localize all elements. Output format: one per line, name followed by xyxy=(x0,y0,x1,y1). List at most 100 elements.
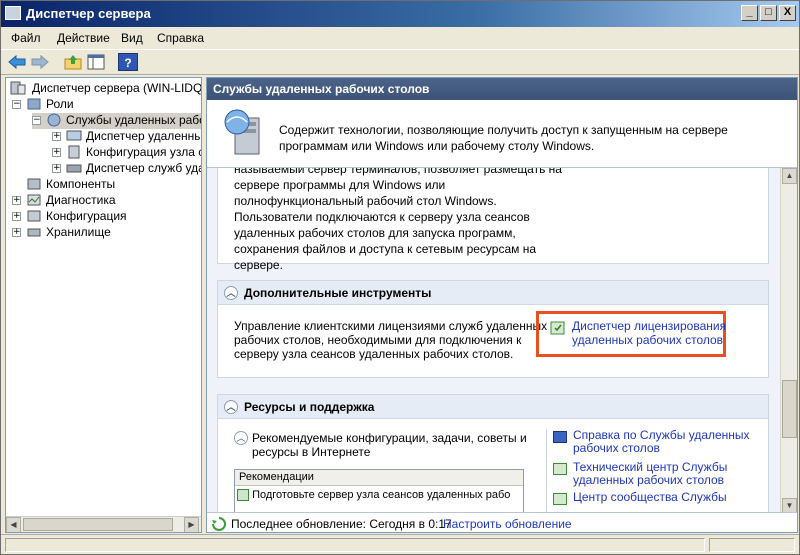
help-icon[interactable]: ? xyxy=(118,53,138,71)
back-arrow-icon[interactable] xyxy=(7,53,27,71)
tree-label-roles: Роли xyxy=(46,97,74,111)
help-book-icon xyxy=(553,431,567,443)
tree-label-diagnostics: Диагностика xyxy=(46,193,116,207)
server-manager-app-icon xyxy=(5,6,21,20)
server-manager-icon xyxy=(10,81,26,95)
scroll-thumb[interactable] xyxy=(782,380,797,438)
menu-view[interactable]: Вид xyxy=(121,31,143,45)
tools-section-title: Дополнительные инструменты xyxy=(244,286,432,300)
show-hide-tree-icon[interactable] xyxy=(86,53,106,71)
tree-item-rds-child-2[interactable]: + Конфигурация узла се xyxy=(52,145,201,161)
close-button[interactable]: X xyxy=(779,5,796,21)
tree-horizontal-scrollbar[interactable]: ◀ ▶ xyxy=(6,516,201,532)
minimize-button[interactable]: _ xyxy=(741,5,758,21)
details-vertical-scrollbar[interactable]: ▲ ▼ xyxy=(780,168,797,516)
tree-label-server-manager: Диспетчер сервера (WIN-LIDQB3 xyxy=(32,81,202,95)
description-line: сохранения файлов и доступа к сетевым ре… xyxy=(234,242,537,256)
intro-text: Содержит технологии, позволяющие получит… xyxy=(279,123,728,153)
tree-item-rds-child-1[interactable]: + Диспетчер удаленных xyxy=(52,129,202,145)
tree-item-configuration[interactable]: + Конфигурация xyxy=(12,209,201,225)
resources-section-title: Ресурсы и поддержка xyxy=(244,400,375,414)
storage-icon xyxy=(27,228,41,237)
resources-section: ︿ Ресурсы и поддержка ︿ Рекомендуемые ко… xyxy=(217,394,769,516)
tools-description: Управление клиентскими лицензиями служб … xyxy=(234,319,547,361)
title-bar[interactable]: Диспетчер сервера _ □ X xyxy=(1,1,799,27)
tools-section: ︿ Дополнительные инструменты Управление … xyxy=(217,280,769,378)
scroll-left-button[interactable]: ◀ xyxy=(6,517,21,532)
scroll-up-button[interactable]: ▲ xyxy=(782,168,797,184)
forward-arrow-icon[interactable] xyxy=(30,53,50,71)
menu-action[interactable]: Действие xyxy=(57,31,110,45)
recommendations-panel: ︿ Рекомендуемые конфигурации, задачи, со… xyxy=(234,431,534,516)
recommend-line: Рекомендуемые конфигурации, задачи, сове… xyxy=(252,431,527,445)
tree-item-storage[interactable]: + Хранилище xyxy=(12,225,201,241)
tech-center-link-text[interactable]: Технический центр Службы удаленных рабоч… xyxy=(573,461,727,487)
window-status-bar xyxy=(1,534,799,554)
recommendations-text: Рекомендуемые конфигурации, задачи, сове… xyxy=(252,431,527,459)
web-link-icon xyxy=(553,493,567,505)
tree-item-rds-child-3[interactable]: + Диспетчер служб уда xyxy=(52,161,202,177)
menu-help[interactable]: Справка xyxy=(157,31,204,45)
collapse-section-icon[interactable]: ︿ xyxy=(224,400,238,414)
server-manager-window: Диспетчер сервера _ □ X Файл Действие Ви… xyxy=(0,0,800,555)
configure-refresh-link[interactable]: Настроить обновление xyxy=(443,517,572,531)
expand-toggle[interactable]: + xyxy=(12,196,21,205)
community-center-link-text[interactable]: Центр сообщества Службы xyxy=(573,491,727,504)
maximize-button[interactable]: □ xyxy=(760,5,777,21)
description-line: называемый сервер терминалов, позволяет … xyxy=(234,168,562,176)
tree-item-roles[interactable]: − Роли xyxy=(12,97,201,113)
expand-toggle[interactable]: + xyxy=(52,132,61,141)
tree-label-rds-child: Диспетчер удаленных xyxy=(86,129,202,143)
services-manager-icon xyxy=(66,164,82,173)
navigation-tree: Диспетчер сервера (WIN-LIDQB3 − Роли − С… xyxy=(5,77,202,533)
tree-item-diagnostics[interactable]: + Диагностика xyxy=(12,193,201,209)
link-line[interactable]: удаленных рабочих столов xyxy=(573,474,727,487)
tree-label-rds: Службы удаленных рабоч xyxy=(66,113,202,127)
expand-toggle[interactable]: + xyxy=(52,148,61,157)
menu-file[interactable]: Файл xyxy=(11,31,41,45)
status-panel xyxy=(709,538,795,552)
scroll-thumb[interactable] xyxy=(23,518,173,531)
description-line: Пользователи подключаются к серверу узла… xyxy=(234,210,530,224)
collapse-section-icon[interactable]: ︿ xyxy=(224,286,238,300)
tree-item-server-manager[interactable]: Диспетчер сервера (WIN-LIDQB3 xyxy=(10,81,202,97)
tree-label-configuration: Конфигурация xyxy=(46,209,127,223)
link-line[interactable]: Центр сообщества Службы xyxy=(573,491,727,504)
table-row[interactable]: Подготовьте сервер узла сеансов удаленны… xyxy=(237,487,523,503)
table-header[interactable]: Рекомендации xyxy=(235,470,523,486)
tree-item-components[interactable]: Компоненты xyxy=(12,177,201,193)
details-pane: Службы удаленных рабочих столов Содержит… xyxy=(206,77,798,533)
scroll-area: называемый сервер терминалов, позволяет … xyxy=(207,168,780,516)
expand-toggle[interactable]: + xyxy=(12,212,21,221)
description-line: сервере программы для Windows или xyxy=(234,178,446,192)
collapse-toggle[interactable]: − xyxy=(12,100,21,109)
expand-toggle[interactable]: + xyxy=(52,164,61,173)
tools-section-header[interactable]: ︿ Дополнительные инструменты xyxy=(218,281,768,305)
resources-section-header[interactable]: ︿ Ресурсы и поддержка xyxy=(218,395,768,419)
diagnostics-icon xyxy=(27,194,41,206)
intro-panel: Содержит технологии, позволяющие получит… xyxy=(207,100,797,168)
refresh-status-bar: Последнее обновление: Сегодня в 0:17 Нас… xyxy=(207,512,797,532)
details-header-title: Службы удаленных рабочих столов xyxy=(213,82,430,96)
remote-desktop-manager-icon xyxy=(66,130,82,141)
details-header: Службы удаленных рабочих столов xyxy=(207,78,797,100)
description-line: полнофункциональный рабочий стол Windows… xyxy=(234,194,497,208)
scroll-right-button[interactable]: ▶ xyxy=(184,517,199,532)
up-folder-icon[interactable] xyxy=(63,53,83,71)
web-link-icon xyxy=(553,463,567,475)
license-manager-link-text[interactable]: Диспетчер лицензирования удаленных рабоч… xyxy=(572,319,726,347)
tree-label-rds-child: Диспетчер служб уда xyxy=(86,161,202,175)
tree-label-components: Компоненты xyxy=(46,177,116,191)
components-icon xyxy=(27,178,41,190)
help-link-text[interactable]: Справка по Службы удаленных рабочих стол… xyxy=(573,429,750,455)
table-cell: Подготовьте сервер узла сеансов удаленны… xyxy=(252,489,511,501)
checkmark-icon xyxy=(237,489,249,502)
collapse-recommendations-icon[interactable]: ︿ xyxy=(234,431,248,445)
tree-item-rds[interactable]: − Службы удаленных рабоч xyxy=(32,113,202,129)
collapse-toggle[interactable]: − xyxy=(32,116,41,125)
tree-label-storage: Хранилище xyxy=(46,225,111,239)
link-line[interactable]: удаленных рабочих столов xyxy=(572,333,726,347)
link-line[interactable]: Диспетчер лицензирования xyxy=(572,319,726,333)
expand-toggle[interactable]: + xyxy=(12,228,21,237)
link-line[interactable]: рабочих столов xyxy=(573,442,750,455)
